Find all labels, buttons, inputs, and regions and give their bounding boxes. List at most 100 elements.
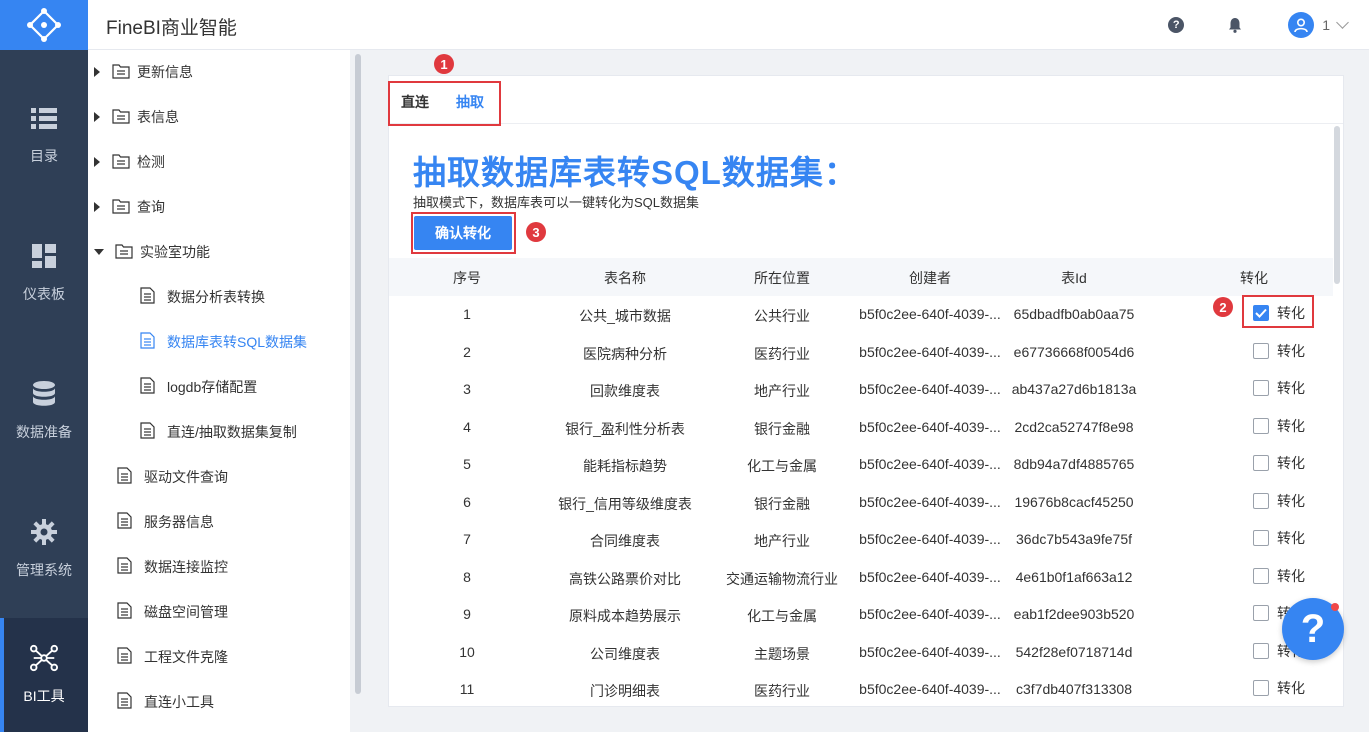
tree-item[interactable]: 直连小工具 [117,690,214,714]
table-cell-creator: b5f0c2ee-640f-4039-... [859,643,1001,660]
tree-item-label: 数据连接监控 [144,559,228,575]
convert-checkbox[interactable]: 转化 [1253,528,1305,548]
table-cell-loc: 主题场景 [754,645,810,662]
tab-direct[interactable]: 直连 [401,92,429,112]
page-description: 抽取模式下，数据库表可以一键转化为SQL数据集 [413,195,700,210]
table-cell-id: c3f7db407f313308 [1016,681,1132,697]
tree-item[interactable]: 磁盘空间管理 [117,600,228,624]
checkbox-icon[interactable] [1253,380,1269,396]
table-cell-name: 回款维度表 [590,383,660,399]
nav-item-label: 目录 [30,148,58,164]
app-logo[interactable] [0,0,88,50]
convert-checkbox[interactable]: 转化 [1253,378,1305,398]
tree-item-label: 数据分析表转换 [167,289,265,305]
checkbox-icon[interactable] [1253,342,1269,359]
nav-item-network[interactable]: BI工具 [0,618,88,732]
document-icon [117,602,132,622]
help-icon[interactable]: ? [1168,17,1185,33]
checkbox-icon[interactable] [1253,455,1269,471]
table-cell-loc: 化工与金属 [747,458,817,474]
checkbox-icon[interactable] [1253,567,1269,584]
convert-checkbox[interactable]: 转化 [1253,416,1305,436]
tree-item[interactable]: 驱动文件查询 [117,465,228,489]
tree-item-label: 查询 [137,199,165,215]
tree-item[interactable]: 数据连接监控 [117,555,228,579]
nav-item-database[interactable]: 数据准备 [0,342,88,480]
document-icon [140,287,155,307]
checkbox-icon[interactable] [1253,605,1269,621]
checkbox-icon[interactable] [1253,530,1269,546]
tree-scrollbar[interactable] [354,50,362,732]
table-cell-creator: b5f0c2ee-640f-4039-... [859,381,1001,397]
checkbox-icon[interactable] [1253,642,1269,659]
bell-icon[interactable] [1228,17,1242,33]
database-icon [30,380,58,408]
table-cell-id: 36dc7b543a9fe75f [1016,531,1132,547]
nav-item-label: 管理系统 [16,562,72,578]
nav-item-dashboard[interactable]: 仪表板 [0,204,88,342]
convert-checkbox[interactable]: 转化 [1253,341,1305,361]
checkbox-icon[interactable] [1253,417,1269,434]
tree-item-label: 表信息 [137,109,179,125]
table-row: 2 医院病种分析 医药行业 b5f0c2ee-640f-4039-... e677366… [389,334,1333,372]
tree-item[interactable]: 更新信息 [94,60,193,84]
convert-checkbox[interactable]: 转化 [1253,678,1305,698]
tab-extract[interactable]: 抽取 [456,92,484,112]
caret-right-icon[interactable] [94,202,100,212]
tree-item[interactable]: 数据分析表转换 [140,285,265,309]
convert-checkbox[interactable]: 转化 [1253,491,1305,511]
convert-checkbox[interactable]: 转化 [1253,453,1305,473]
table-cell-id: e67736668f0054d6 [1013,343,1135,360]
checkbox-checked-icon[interactable] [1253,305,1269,321]
table-row: 7 合同维度表 地产行业 b5f0c2ee-640f-4039-... 36dc7b54… [389,521,1333,559]
convert-checkbox-label: 转化 [1277,305,1305,321]
nav-item-list[interactable]: 目录 [0,66,88,204]
table-cell-creator: b5f0c2ee-640f-4039-... [859,531,1001,547]
folder-icon [112,153,130,172]
document-icon [117,512,132,532]
caret-right-icon[interactable] [94,157,100,167]
caret-down-icon[interactable] [94,249,104,255]
table-cell-no: 10 [459,643,475,660]
gear-icon [30,518,58,546]
tree-item-label: 检测 [137,154,165,170]
convert-checkbox[interactable]: 转化 [1253,303,1305,323]
chevron-down-icon[interactable] [1336,16,1349,29]
caret-right-icon[interactable] [94,67,100,77]
column-header: 表名称 [604,270,646,286]
dashboard-icon [30,242,58,270]
convert-checkbox[interactable]: 转化 [1253,566,1305,586]
user-name[interactable]: 1 [1322,17,1330,33]
nav-item-gear[interactable]: 管理系统 [0,480,88,618]
tree-item[interactable]: 工程文件克隆 [117,645,228,669]
table-cell-name: 银行_信用等级维度表 [558,495,692,512]
convert-checkbox-label: 转化 [1277,380,1305,396]
checkbox-icon[interactable] [1253,492,1269,509]
table-cell-loc: 银行金融 [754,420,810,437]
table-cell-id: 19676b8cacf45250 [1014,493,1134,510]
tree-item[interactable]: 查询 [94,195,165,219]
tree-item[interactable]: 数据库表转SQL数据集 [140,330,307,354]
table-cell-creator: b5f0c2ee-640f-4039-... [859,456,1001,472]
mode-tabs: 直连 抽取 [389,76,1343,124]
table-cell-creator: b5f0c2ee-640f-4039-... [859,568,1001,585]
table-cell-name: 公共_城市数据 [579,308,671,324]
tree-item[interactable]: 实验室功能 [94,240,210,264]
convert-checkbox-label: 转化 [1277,567,1305,584]
table-cell-name: 合同维度表 [590,533,660,549]
confirm-convert-button[interactable]: 确认转化 [414,216,512,250]
tree-item[interactable]: 直连/抽取数据集复制 [140,420,297,444]
document-icon [117,557,132,577]
caret-right-icon[interactable] [94,112,100,122]
checkbox-icon[interactable] [1253,680,1269,696]
tree-item[interactable]: 服务器信息 [117,510,214,534]
tree-item[interactable]: logdb存储配置 [140,375,257,399]
document-icon [140,377,155,397]
table-row: 11 门诊明细表 医药行业 b5f0c2ee-640f-4039-... c3f7db4… [389,671,1333,709]
tree-item[interactable]: 检测 [94,150,165,174]
convert-checkbox-label: 转化 [1277,492,1305,509]
avatar[interactable] [1288,12,1315,38]
tree-item-label: 磁盘空间管理 [144,604,228,620]
tree-item[interactable]: 表信息 [94,105,179,129]
table-cell-creator: b5f0c2ee-640f-4039-... [859,418,1001,435]
